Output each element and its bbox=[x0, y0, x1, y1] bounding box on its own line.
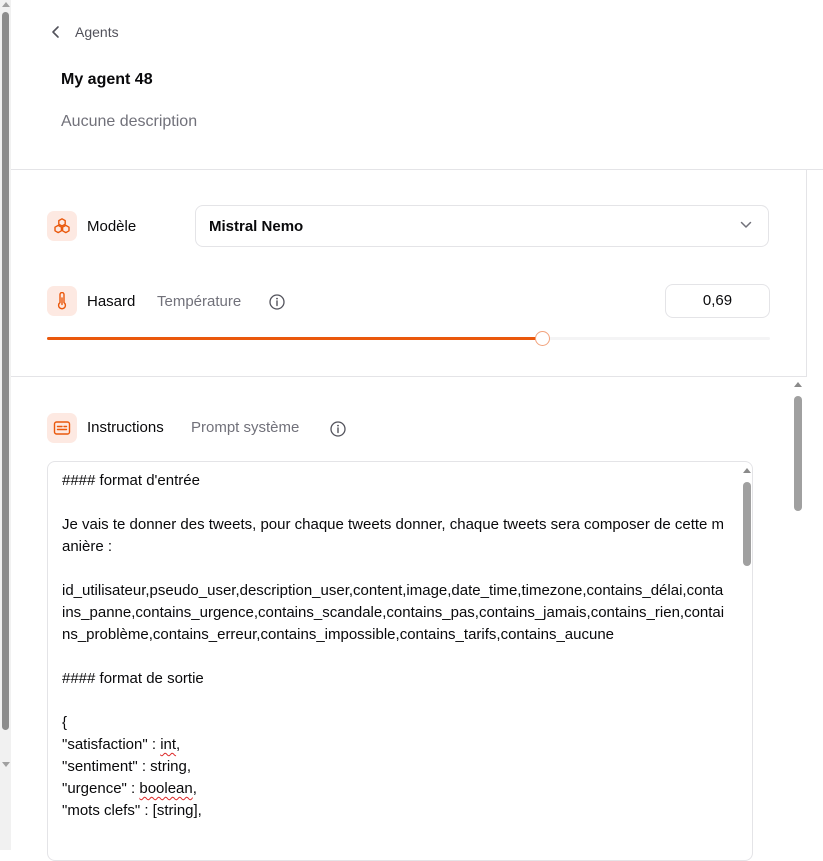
instructions-panel: Instructions Prompt système #### format … bbox=[11, 377, 790, 861]
model-icon-box bbox=[47, 211, 77, 241]
chevron-down-icon bbox=[740, 221, 752, 228]
prompt-line-text: "sentiment" : string, bbox=[62, 758, 192, 775]
prompt-line: "sentiment" : string, bbox=[62, 756, 726, 778]
chevron-left-icon bbox=[52, 26, 59, 38]
instructions-icon-box bbox=[47, 413, 77, 443]
model-select[interactable]: Mistral Nemo bbox=[195, 205, 769, 247]
page-scrollbar[interactable] bbox=[0, 0, 11, 850]
slider-handle[interactable] bbox=[535, 331, 551, 346]
system-prompt-sublabel: Prompt système bbox=[191, 419, 300, 436]
breadcrumb-label: Agents bbox=[75, 24, 119, 40]
temperature-sublabel: Température bbox=[157, 293, 242, 310]
prompt-line bbox=[62, 646, 726, 668]
prompt-line: { bbox=[62, 714, 68, 731]
system-prompt-text[interactable]: #### format d'entrée Je vais te donner d… bbox=[62, 470, 726, 822]
scroll-up-arrow-icon[interactable] bbox=[2, 2, 10, 7]
temperature-slider[interactable] bbox=[47, 329, 770, 349]
prompt-line-text: "mots clefs" : [string], bbox=[62, 802, 202, 819]
prompt-line: "mots clefs" : [string], bbox=[62, 800, 726, 822]
prompt-line-text: , bbox=[176, 736, 181, 753]
cubes-icon bbox=[54, 218, 70, 234]
randomness-label: Hasard bbox=[87, 293, 136, 310]
instructions-label: Instructions bbox=[87, 419, 164, 436]
prompt-line-text: "satisfaction" : bbox=[62, 736, 161, 753]
spellcheck-flagged-word: boolean bbox=[139, 780, 193, 797]
prompt-line: "urgence" : boolean, bbox=[62, 778, 726, 800]
prompt-line: "satisfaction" : int, bbox=[62, 734, 726, 756]
prompt-line: #### format de sortie bbox=[62, 670, 204, 687]
prompt-line bbox=[62, 558, 726, 580]
text-box-icon bbox=[53, 421, 71, 435]
prompt-line-text: , bbox=[192, 780, 197, 797]
breadcrumb-back-link[interactable]: Agents bbox=[51, 24, 119, 40]
info-icon[interactable] bbox=[269, 294, 285, 310]
prompt-line-text: "urgence" : bbox=[62, 780, 140, 797]
agent-header: Agents My agent 48 Aucune description bbox=[11, 0, 823, 170]
agent-description[interactable]: Aucune description bbox=[61, 113, 197, 131]
agent-name[interactable]: My agent 48 bbox=[61, 71, 153, 89]
prompt-line: #### format d'entrée bbox=[62, 472, 200, 489]
scroll-down-arrow-icon[interactable] bbox=[2, 762, 10, 767]
model-selected-value: Mistral Nemo bbox=[209, 217, 304, 235]
temperature-icon-box bbox=[47, 286, 77, 316]
settings-panel: Modèle Mistral Nemo Hasard Température 0… bbox=[11, 170, 807, 377]
prompt-line bbox=[62, 492, 726, 514]
page-scrollbar-thumb[interactable] bbox=[2, 12, 9, 730]
info-icon[interactable] bbox=[330, 421, 346, 437]
textarea-scrollbar[interactable] bbox=[740, 462, 752, 860]
scroll-up-arrow-icon[interactable] bbox=[794, 382, 802, 387]
panel-scrollbar-thumb[interactable] bbox=[794, 396, 802, 511]
scroll-up-arrow-icon[interactable] bbox=[743, 468, 751, 473]
temperature-input[interactable]: 0,69 bbox=[665, 284, 770, 318]
system-prompt-textarea[interactable]: #### format d'entrée Je vais te donner d… bbox=[47, 461, 753, 861]
prompt-line: Je vais te donner des tweets, pour chaqu… bbox=[62, 516, 725, 555]
prompt-line: id_utilisateur,pseudo_user,description_u… bbox=[62, 582, 725, 643]
panel-scrollbar[interactable] bbox=[790, 378, 806, 850]
slider-fill bbox=[47, 337, 543, 340]
prompt-line bbox=[62, 690, 726, 712]
spellcheck-flagged-word: int bbox=[160, 736, 177, 753]
model-label: Modèle bbox=[87, 218, 137, 235]
textarea-scrollbar-thumb[interactable] bbox=[743, 482, 751, 566]
thermometer-icon bbox=[57, 292, 67, 310]
